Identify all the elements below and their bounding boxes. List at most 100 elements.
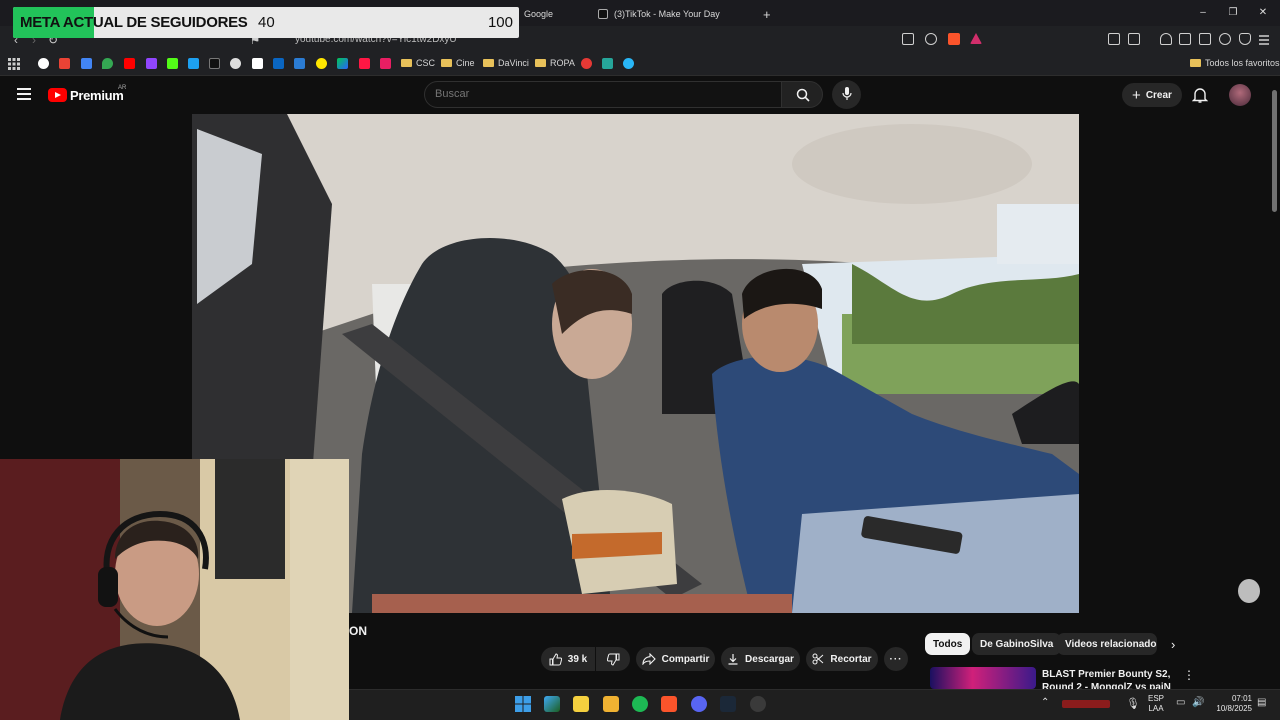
windows-start-icon[interactable]	[515, 696, 531, 712]
bookmark-folder-ropa[interactable]: ROPA	[535, 56, 575, 70]
wallet-icon[interactable]	[1199, 33, 1211, 45]
input-language-indicator[interactable]: ESP LAA	[1148, 694, 1164, 714]
recommended-video-title[interactable]: BLAST Premier Bounty S2, Round 2 - Mongo…	[1042, 668, 1172, 690]
create-button[interactable]: + Crear	[1122, 83, 1182, 107]
chip-de-gabinosilva[interactable]: De GabinoSilva	[972, 633, 1062, 655]
recommended-video-thumbnail[interactable]	[930, 667, 1036, 689]
brave-shield-icon[interactable]	[948, 33, 960, 45]
spotify-icon[interactable]	[632, 696, 648, 712]
tray-microphone-icon[interactable]: 🎙	[1126, 697, 1140, 710]
youtube-brand[interactable]: Premium	[70, 88, 124, 103]
floating-mascot-icon[interactable]	[1238, 579, 1260, 603]
windows-taskbar	[349, 689, 1280, 720]
tray-app-icons[interactable]	[1062, 700, 1110, 708]
chatgpt-bookmark-icon[interactable]	[230, 58, 241, 69]
vpn-icon[interactable]	[1239, 33, 1251, 45]
leo-ai-icon[interactable]	[1219, 33, 1231, 45]
like-button[interactable]: 39 k	[541, 647, 595, 671]
extensions-icon[interactable]	[1108, 33, 1120, 45]
brave-rewards-icon[interactable]	[970, 33, 982, 44]
maps-bookmark-icon[interactable]	[102, 58, 113, 69]
tab-tiktok[interactable]: (3)TikTok - Make Your Day	[590, 4, 750, 24]
download-label: Descargar	[745, 653, 794, 665]
account-avatar[interactable]	[1229, 84, 1251, 106]
notification-center-icon[interactable]: ▤	[1257, 697, 1266, 708]
close-window-button[interactable]: ✕	[1250, 4, 1276, 22]
share-button[interactable]: Compartir	[636, 647, 715, 671]
mercadolibre-bookmark-icon[interactable]	[316, 58, 327, 69]
apps-grid-icon[interactable]	[8, 57, 20, 70]
maximize-button[interactable]: ❐	[1220, 4, 1246, 22]
minimize-button[interactable]: –	[1190, 4, 1216, 22]
google-bookmark-icon[interactable]	[38, 58, 49, 69]
brave-browser-icon[interactable]	[661, 696, 677, 712]
search-icon	[796, 88, 810, 102]
clip-button[interactable]: Recortar	[806, 647, 878, 671]
guide-menu-icon[interactable]	[17, 88, 31, 100]
share-page-icon[interactable]	[925, 33, 937, 45]
bookmark-icon-14[interactable]	[337, 58, 348, 69]
obs-icon[interactable]	[750, 696, 766, 712]
download-button[interactable]: Descargar	[721, 647, 800, 671]
music-icon[interactable]	[1160, 33, 1172, 45]
chip-todos[interactable]: Todos	[925, 633, 971, 655]
discord-icon[interactable]	[691, 696, 707, 712]
photos-app-icon[interactable]	[544, 696, 560, 712]
kick-bookmark-icon[interactable]	[167, 58, 178, 69]
search-button[interactable]	[781, 81, 823, 108]
country-code: AR	[118, 85, 127, 91]
share-label: Compartir	[661, 653, 710, 665]
bookmark-icon-21[interactable]	[602, 58, 613, 69]
language-code: ESP	[1148, 694, 1165, 703]
page-scrollbar[interactable]	[1272, 90, 1277, 212]
chip-videos-relacionados[interactable]: Videos relacionados	[1057, 633, 1157, 655]
recommended-video-menu-icon[interactable]: ⋮	[1183, 668, 1195, 682]
volume-icon[interactable]: 🔊	[1192, 697, 1204, 708]
bookmark-icon-12[interactable]	[294, 58, 305, 69]
folder-icon	[535, 59, 546, 67]
bookmark-icon-c[interactable]	[581, 58, 592, 69]
network-icon[interactable]: ▭	[1176, 697, 1185, 708]
youtube-logo-icon[interactable]	[48, 88, 67, 102]
more-actions-button[interactable]: ···	[884, 647, 908, 671]
tiktok-icon	[598, 9, 608, 19]
new-tab-button[interactable]: +	[755, 4, 779, 24]
create-label: Crear	[1145, 89, 1172, 101]
voice-search-button[interactable]	[832, 80, 861, 109]
all-bookmarks-folder[interactable]: Todos los favoritos	[1190, 56, 1280, 70]
sticky-notes-icon[interactable]	[573, 696, 589, 712]
bookmark-icon-15[interactable]	[359, 58, 370, 69]
bookmark-icon-16[interactable]	[380, 58, 391, 69]
chips-next-chevron-icon[interactable]: ›	[1171, 637, 1175, 652]
clip-label: Recortar	[830, 653, 872, 665]
tab-label: Google	[524, 9, 554, 19]
more-horizontal-icon: ···	[889, 653, 903, 665]
screenshot-icon[interactable]	[1128, 33, 1140, 45]
notifications-bell-icon[interactable]	[1191, 86, 1209, 104]
tray-overflow-chevron-icon[interactable]: ⌃	[1041, 697, 1049, 708]
tiktok-bookmark-icon[interactable]	[209, 58, 220, 69]
share-icon	[642, 653, 656, 665]
tab-google[interactable]: Google	[516, 4, 561, 24]
amazon-bookmark-icon[interactable]	[252, 58, 263, 69]
youtube-header: Premium AR + Crear	[0, 76, 1280, 114]
menu-icon[interactable]	[1258, 33, 1270, 45]
youtube-bookmark-icon[interactable]	[124, 58, 135, 69]
cast-icon[interactable]	[902, 33, 914, 45]
gmail-bookmark-icon[interactable]	[59, 58, 70, 69]
twitter-bookmark-icon[interactable]	[188, 58, 199, 69]
search-box[interactable]	[424, 81, 782, 108]
bookmark-folder-csc[interactable]: CSC	[401, 56, 435, 70]
twitch-bookmark-icon[interactable]	[146, 58, 157, 69]
bookmark-folder-cine[interactable]: Cine	[441, 56, 475, 70]
dislike-button[interactable]	[596, 647, 630, 671]
steam-icon[interactable]	[720, 696, 736, 712]
file-explorer-icon[interactable]	[603, 696, 619, 712]
linkedin-bookmark-icon[interactable]	[273, 58, 284, 69]
system-clock[interactable]: 07:01 10/8/2025	[1212, 694, 1252, 714]
bookmark-folder-davinci[interactable]: DaVinci	[483, 56, 529, 70]
bookmark-icon-22[interactable]	[623, 58, 634, 69]
search-input[interactable]	[435, 88, 755, 100]
sidebar-icon[interactable]	[1179, 33, 1191, 45]
docs-bookmark-icon[interactable]	[81, 58, 92, 69]
